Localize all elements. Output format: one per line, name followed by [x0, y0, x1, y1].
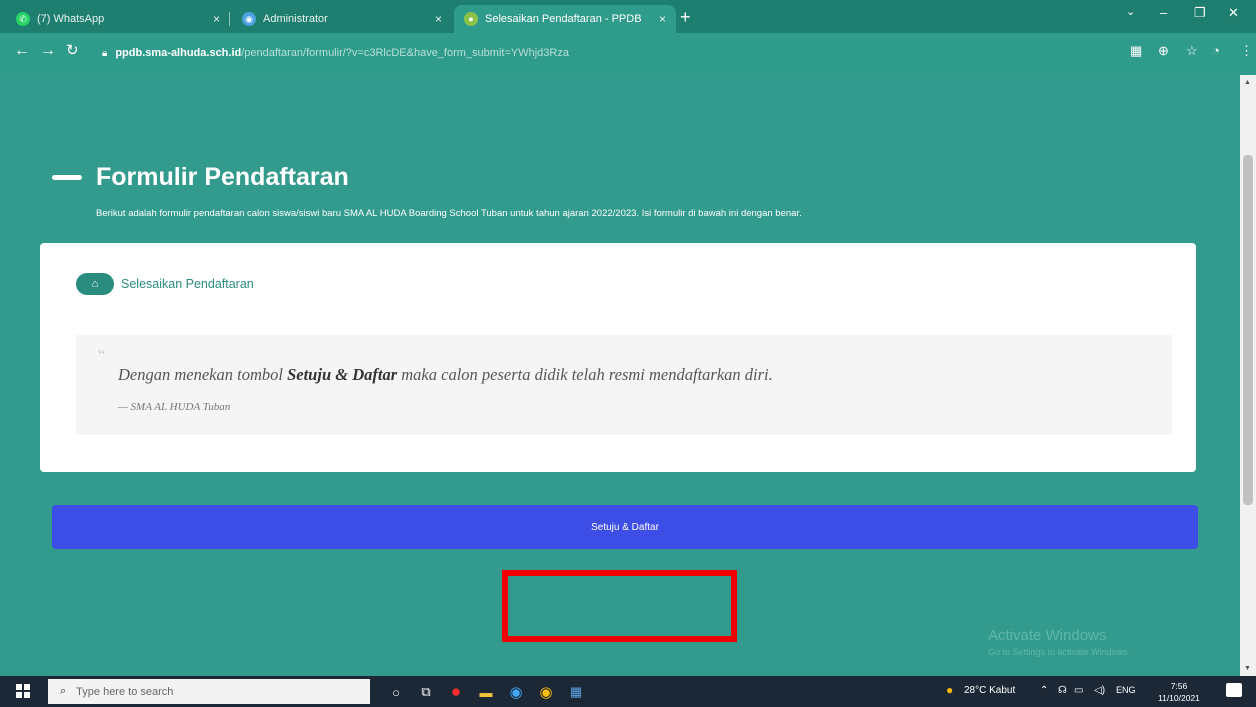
quote-emphasis: Setuju & Daftar — [287, 365, 398, 384]
watermark-subtitle: Go to Settings to activate Windows. — [988, 647, 1131, 657]
tab-separator — [229, 12, 230, 26]
step-label: Selesaikan Pendaftaran — [121, 277, 254, 291]
tab-administrator[interactable]: ◉ Administrator × — [232, 5, 452, 33]
quote-suffix: maka calon peserta didik telah resmi men… — [397, 365, 773, 384]
translate-icon[interactable]: ▦ — [1130, 43, 1142, 59]
forward-arrow-icon[interactable]: → — [40, 43, 56, 59]
language-indicator[interactable]: ENG — [1116, 685, 1136, 695]
search-placeholder: Type here to search — [76, 685, 174, 698]
tab-title: Selesaikan Pendaftaran - PPDB — [485, 13, 642, 25]
clock-date: 11/10/2021 — [1158, 693, 1200, 703]
tab-title: Administrator — [263, 13, 328, 25]
page-title: Formulir Pendaftaran — [96, 163, 349, 191]
cortana-icon[interactable]: ○ — [386, 682, 406, 702]
back-arrow-icon[interactable]: ← — [14, 43, 30, 59]
search-icon: ⌕ — [60, 685, 67, 697]
tab-close-icon[interactable]: × — [659, 12, 666, 26]
step-indicator: ⌂ Selesaikan Pendaftaran — [76, 273, 254, 295]
lock-icon[interactable]: 🔒︎ — [102, 48, 107, 59]
page-scrollbar[interactable]: ▲ ▼ — [1240, 75, 1256, 676]
home-icon: ⌂ — [76, 273, 114, 295]
windows-start-icon[interactable] — [16, 684, 30, 698]
quote-mark-icon: “ — [98, 347, 106, 364]
setuju-daftar-button[interactable]: Setuju & Daftar — [52, 505, 1198, 549]
network-icon[interactable]: ☊ — [1058, 685, 1067, 696]
clock-time: 7:56 — [1170, 681, 1188, 691]
scrollbar-thumb[interactable] — [1243, 155, 1253, 505]
opera-icon[interactable]: ● — [446, 682, 466, 702]
tray-chevron-icon[interactable]: ⌃ — [1040, 685, 1048, 696]
url-path: /pendaftaran/formulir/?v=c3RlcDE&have_fo… — [241, 47, 569, 59]
close-window-icon[interactable]: ✕ — [1228, 5, 1239, 21]
tab-search-icon[interactable]: ⌄ — [1126, 5, 1135, 18]
registration-card: ⌂ Selesaikan Pendaftaran “ Dengan meneka… — [40, 243, 1196, 472]
tab-title: (7) WhatsApp — [37, 13, 105, 25]
globe-icon: ◉ — [242, 12, 256, 26]
task-view-icon[interactable]: ⧉ — [416, 682, 436, 702]
taskbar-search-input[interactable]: ⌕ Type here to search — [48, 679, 370, 704]
red-highlight-box — [502, 570, 737, 642]
site-icon: ● — [464, 12, 478, 26]
heading-dash-icon — [52, 175, 82, 180]
taskbar-clock[interactable]: 7:56 11/10/2021 — [1158, 680, 1200, 704]
tab-close-icon[interactable]: × — [213, 12, 220, 26]
notification-icon[interactable] — [1226, 683, 1242, 697]
edge-icon[interactable]: ◉ — [506, 682, 526, 702]
volume-icon[interactable]: ◁) — [1094, 685, 1105, 696]
scroll-up-icon[interactable]: ▲ — [1244, 79, 1251, 86]
quote-text: Dengan menekan tombol Setuju & Daftar ma… — [118, 365, 773, 385]
quote-source: — SMA AL HUDA Tuban — [118, 401, 231, 413]
chrome-icon[interactable]: ◉ — [536, 682, 556, 702]
new-tab-button[interactable]: + — [680, 8, 691, 26]
tab-selesaikan-pendaftaran[interactable]: ● Selesaikan Pendaftaran - PPDB × — [454, 5, 676, 33]
page-subtitle: Berikut adalah formulir pendaftaran calo… — [96, 208, 802, 219]
windows-taskbar: ⌕ Type here to search ○ ⧉ ● ▬ ◉ ◉ ▦ ● 28… — [0, 676, 1256, 707]
whatsapp-icon: ✆ — [16, 12, 30, 26]
tab-close-icon[interactable]: × — [435, 12, 442, 26]
watermark-title: Activate Windows — [988, 627, 1107, 644]
quote-prefix: Dengan menekan tombol — [118, 365, 288, 384]
confirmation-quote: “ Dengan menekan tombol Setuju & Daftar … — [76, 335, 1172, 435]
weather-icon[interactable]: ● — [946, 683, 953, 697]
file-explorer-icon[interactable]: ▬ — [476, 682, 496, 702]
page-heading: Formulir Pendaftaran — [52, 163, 349, 192]
battery-icon[interactable]: ▭ — [1074, 685, 1083, 696]
maximize-icon[interactable]: ❐ — [1194, 5, 1206, 21]
reload-icon[interactable]: ↻ — [66, 43, 79, 59]
page-viewport: Formulir Pendaftaran Berikut adalah form… — [0, 75, 1240, 676]
address-bar[interactable]: 🔒︎ ppdb.sma-alhuda.sch.id /pendaftaran/f… — [90, 41, 1170, 65]
profile-icon[interactable]: ◔ — [1212, 43, 1220, 58]
weather-text[interactable]: 28°C Kabut — [964, 685, 1015, 696]
minimize-icon[interactable]: – — [1160, 5, 1167, 20]
bookmark-star-icon[interactable]: ☆ — [1186, 43, 1198, 59]
browser-tabstrip: ✆ (7) WhatsApp × ◉ Administrator × ● Sel… — [0, 0, 1256, 33]
photos-icon[interactable]: ▦ — [566, 682, 586, 702]
menu-kebab-icon[interactable]: ⋮ — [1240, 43, 1253, 59]
url-host: ppdb.sma-alhuda.sch.id — [115, 47, 242, 59]
tab-whatsapp[interactable]: ✆ (7) WhatsApp × — [6, 5, 230, 33]
browser-toolbar: ← → ↻ 🔒︎ ppdb.sma-alhuda.sch.id /pendaft… — [0, 33, 1256, 75]
activate-windows-watermark: Activate Windows Go to Settings to activ… — [988, 627, 1130, 657]
zoom-icon[interactable]: ⊕ — [1158, 43, 1169, 59]
scroll-down-icon[interactable]: ▼ — [1244, 665, 1251, 672]
